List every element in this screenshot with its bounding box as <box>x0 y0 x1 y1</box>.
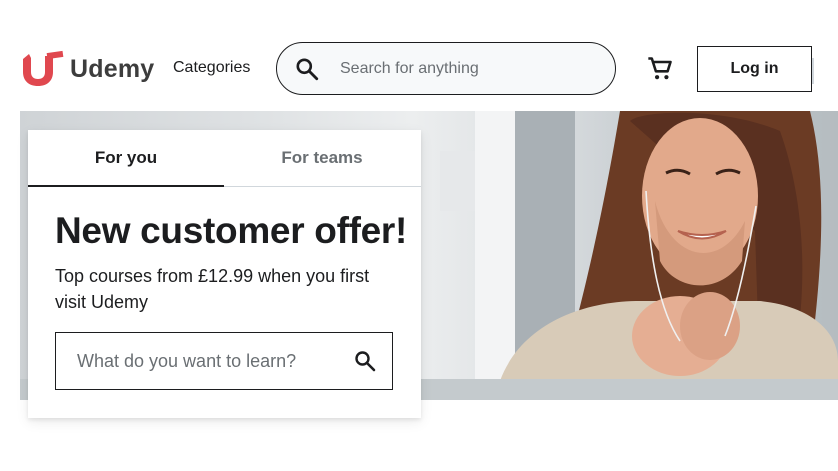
udemy-logo[interactable]: Udemy <box>20 50 154 88</box>
header-search-bar[interactable] <box>276 42 616 95</box>
tab-for-you[interactable]: For you <box>28 130 224 186</box>
search-icon[interactable] <box>294 56 320 82</box>
header-search-input[interactable] <box>338 58 602 79</box>
active-tab-indicator <box>28 185 224 187</box>
offer-title: New customer offer! <box>55 210 408 251</box>
udemy-logo-icon <box>23 50 64 86</box>
offer-subtitle: Top courses from £12.99 when you first v… <box>55 266 370 312</box>
login-button[interactable]: Log in <box>697 46 812 92</box>
header-divider <box>812 58 814 84</box>
brand-name: Udemy <box>70 54 155 83</box>
search-icon[interactable] <box>353 349 377 373</box>
learn-search-box[interactable] <box>55 332 393 390</box>
tab-for-teams[interactable]: For teams <box>224 130 420 186</box>
categories-link[interactable]: Categories <box>173 59 250 77</box>
cart-icon[interactable] <box>646 55 674 83</box>
audience-tabs: For you For teams <box>28 130 421 187</box>
learn-search-input[interactable] <box>75 349 339 373</box>
top-header: Udemy Categories Log in <box>0 0 838 111</box>
offer-card: For you For teams New customer offer! To… <box>28 130 421 418</box>
